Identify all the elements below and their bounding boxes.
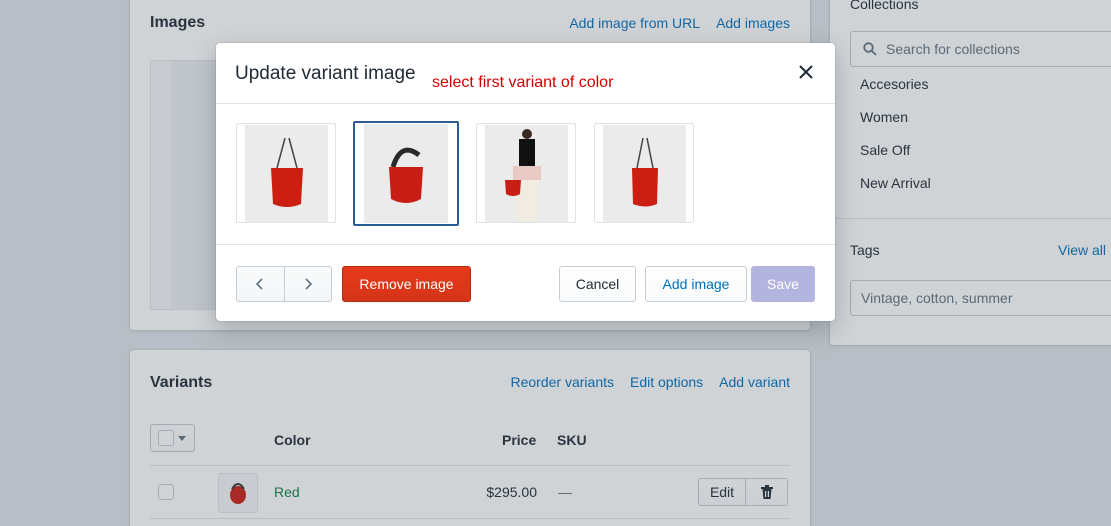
update-variant-image-modal: Update variant image select first varian… <box>216 43 835 321</box>
previous-button[interactable] <box>237 267 284 301</box>
bag-image <box>245 125 328 222</box>
image-pagination <box>236 266 332 302</box>
next-button[interactable] <box>283 267 332 301</box>
bag-image <box>603 125 686 222</box>
bag-image <box>364 124 448 223</box>
annotation-text: select first variant of color <box>432 74 614 91</box>
modal-title: Update variant image <box>235 63 416 84</box>
chevron-right-icon <box>305 278 312 290</box>
image-picker <box>236 121 694 226</box>
chevron-left-icon <box>256 278 263 290</box>
image-tile[interactable] <box>594 123 694 223</box>
save-button[interactable]: Save <box>751 266 815 302</box>
remove-image-button[interactable]: Remove image <box>342 266 471 302</box>
close-icon[interactable] <box>794 60 818 84</box>
model-image <box>485 125 568 222</box>
cancel-button[interactable]: Cancel <box>559 266 636 302</box>
image-tile-selected[interactable] <box>353 121 459 226</box>
add-image-button[interactable]: Add image <box>645 266 747 302</box>
image-tile[interactable] <box>236 123 336 223</box>
image-tile[interactable] <box>476 123 576 223</box>
